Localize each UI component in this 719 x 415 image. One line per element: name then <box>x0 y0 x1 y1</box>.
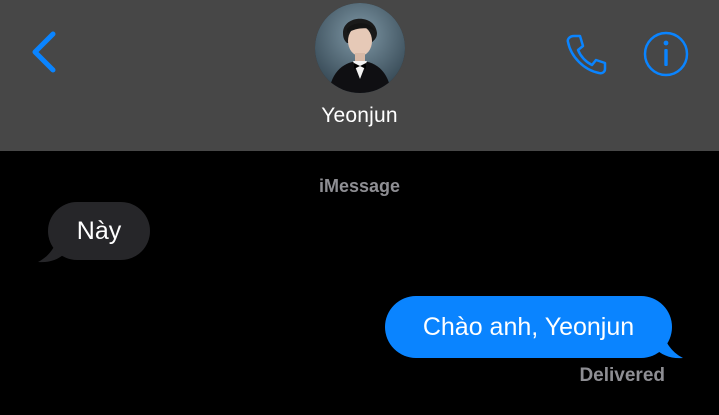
incoming-message[interactable]: Này <box>36 202 152 264</box>
outgoing-message[interactable]: Chào anh, Yeonjun <box>385 296 685 360</box>
conversation-header: Yeonjun <box>0 0 719 151</box>
info-button[interactable] <box>640 28 692 80</box>
messages-screen: Yeonjun iMessage Này Chào anh, Yeonjun D… <box>0 0 719 415</box>
info-icon <box>643 31 689 77</box>
call-button[interactable] <box>560 28 612 80</box>
service-label: iMessage <box>318 176 401 196</box>
message-bubble-outgoing: Chào anh, Yeonjun <box>385 296 672 358</box>
chevron-left-icon <box>32 31 56 73</box>
message-bubble-incoming: Này <box>48 202 150 260</box>
contact-avatar[interactable] <box>315 3 405 93</box>
avatar-photo <box>315 3 405 93</box>
contact-name[interactable]: Yeonjun <box>0 104 719 128</box>
phone-icon <box>566 34 607 75</box>
back-button[interactable] <box>22 26 66 78</box>
delivery-status: Delivered <box>579 365 665 386</box>
